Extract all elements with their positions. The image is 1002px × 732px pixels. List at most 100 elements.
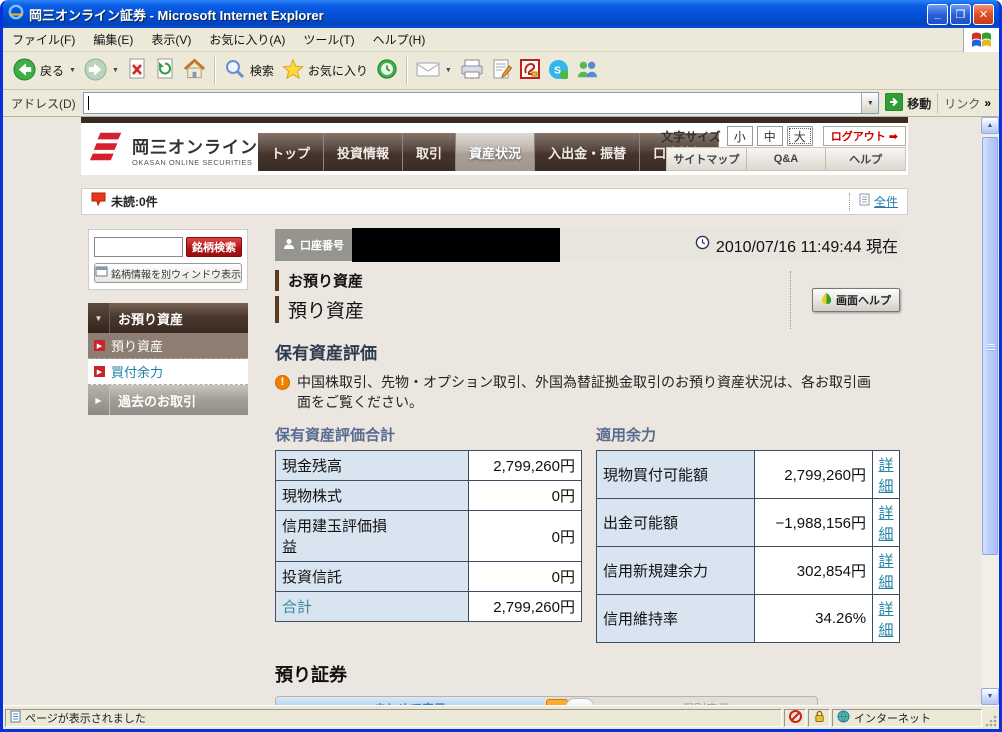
tab-invest-info[interactable]: 投資情報 xyxy=(324,133,404,171)
update-blocked-panel xyxy=(784,708,806,727)
okasan-logo-mark-icon xyxy=(89,130,125,169)
detail-link[interactable]: 詳細 xyxy=(879,457,894,495)
stock-search-panel: 銘柄検索 銘柄情報を別ウィンドウ表示 xyxy=(88,229,248,290)
messenger-button[interactable] xyxy=(573,57,603,84)
home-button[interactable] xyxy=(179,56,210,85)
table-row: 信用新規建余力 302,854円 詳細 xyxy=(595,546,900,596)
menu-file[interactable]: ファイル(F) xyxy=(3,28,84,51)
sidebar-menu-header-past-trades[interactable]: ▶ 過去のお取引 xyxy=(88,385,248,415)
scrollbar-thumb[interactable] xyxy=(982,137,998,555)
resize-grip[interactable] xyxy=(984,709,997,727)
red-arrow-icon: ▶ xyxy=(94,340,105,351)
menu-bar: ファイル(F) 編集(E) 表示(V) お気に入り(A) ツール(T) ヘルプ(… xyxy=(3,27,999,52)
print-button[interactable] xyxy=(456,57,488,84)
tab-deposit-transfer[interactable]: 入出金・振替 xyxy=(535,133,641,171)
skype-button[interactable]: S xyxy=(544,57,573,85)
toggle-individual-option[interactable]: 個別表示 xyxy=(595,700,817,705)
stop-button[interactable] xyxy=(123,56,151,85)
font-size-small-button[interactable]: 小 xyxy=(726,126,753,146)
menu-favorites[interactable]: お気に入り(A) xyxy=(200,28,294,51)
tab-top[interactable]: トップ xyxy=(258,133,325,171)
blocked-icon xyxy=(788,709,802,726)
open-in-new-window-button[interactable]: 銘柄情報を別ウィンドウ表示 xyxy=(94,263,242,283)
qa-link[interactable]: Q&A xyxy=(745,148,826,170)
back-icon xyxy=(13,57,36,84)
timestamp-text: 2010/07/16 11:49:44 現在 xyxy=(715,239,898,256)
screen-help-button[interactable]: 画面ヘルプ xyxy=(812,288,900,312)
lock-icon xyxy=(814,710,825,726)
maximize-button[interactable]: ❐ xyxy=(950,3,971,25)
row-value: 2,799,260円 xyxy=(754,450,874,500)
detail-link[interactable]: 詳細 xyxy=(879,601,894,639)
edit-button[interactable] xyxy=(488,56,516,85)
tab-trade[interactable]: 取引 xyxy=(403,133,457,171)
logout-button[interactable]: ログアウト ➡ xyxy=(822,126,906,146)
go-button[interactable]: 移動 xyxy=(884,92,931,114)
ie-window-icon xyxy=(8,4,24,25)
stock-search-button[interactable]: 銘柄検索 xyxy=(186,237,242,257)
windows-logo-icon xyxy=(963,27,999,52)
title-bar: 岡三オンライン証券 - Microsoft Internet Explorer … xyxy=(3,0,999,28)
message-bar: 未読:0件 全件 xyxy=(81,188,908,215)
new-window-icon xyxy=(95,266,108,280)
tab-asset-status[interactable]: 資産状況 xyxy=(456,133,536,171)
close-button[interactable]: ✕ xyxy=(973,3,994,25)
page-icon xyxy=(859,193,870,211)
toggle-grouped-option[interactable]: まとめて表示 xyxy=(276,697,544,705)
status-message: ページが表示されました xyxy=(25,712,146,725)
menu-view[interactable]: 表示(V) xyxy=(142,28,200,51)
scroll-up-button[interactable]: ▲ xyxy=(981,117,999,134)
star-icon xyxy=(282,58,304,83)
detail-link[interactable]: 詳細 xyxy=(879,553,894,591)
history-button[interactable] xyxy=(372,56,402,85)
account-badge: 口座番号 xyxy=(275,229,352,261)
forward-button[interactable]: ▼ xyxy=(80,56,123,86)
address-dropdown-button[interactable]: ▼ xyxy=(861,93,879,113)
menu-tools[interactable]: ツール(T) xyxy=(294,28,363,51)
stock-search-input[interactable] xyxy=(94,237,183,257)
globe-icon xyxy=(837,710,850,726)
mail-button[interactable]: ▼ xyxy=(412,57,456,84)
detail-link[interactable]: 詳細 xyxy=(879,505,894,543)
scroll-down-button[interactable]: ▼ xyxy=(981,688,999,705)
sitemap-link[interactable]: サイトマップ xyxy=(667,148,746,170)
warning-icon: ! xyxy=(275,375,290,390)
sidebar-item-buying-power[interactable]: ▶ 買付余力 xyxy=(88,359,248,385)
search-button[interactable]: 検索 xyxy=(220,56,278,85)
margin-table-title: 適用余力 xyxy=(595,427,656,445)
menu-help[interactable]: ヘルプ(H) xyxy=(364,28,435,51)
back-button[interactable]: 戻る ▼ xyxy=(9,56,80,86)
refresh-button[interactable] xyxy=(151,56,179,85)
links-label: リンク xyxy=(944,96,981,111)
main-content: 口座番号 2010/07/16 11:49:44 現在 お預り資産 預り資産 画… xyxy=(274,228,900,705)
favorites-label: お気に入り xyxy=(307,64,368,78)
font-size-label: 文字サイズ xyxy=(661,129,721,144)
help-link[interactable]: ヘルプ xyxy=(825,148,905,170)
view-all-link[interactable]: 全件 xyxy=(874,193,898,210)
notice: ! 中国株取引、先物・オプション取引、外国為替証拠金取引のお預り資産状況は、各お… xyxy=(275,373,880,412)
links-toolbar[interactable]: リンク » xyxy=(937,93,999,113)
font-size-medium-button[interactable]: 中 xyxy=(756,126,783,146)
sidebar-item-deposited-assets[interactable]: ▶ 預り資産 xyxy=(88,333,248,359)
toggle-knob[interactable] xyxy=(565,698,595,705)
row-label: 現物買付可能額 xyxy=(595,450,756,500)
address-input[interactable]: ▼ xyxy=(82,92,880,114)
favorites-button[interactable]: お気に入り xyxy=(278,56,372,85)
sidebar-item-label: 買付余力 xyxy=(111,365,164,380)
unread-count: 未読:0件 xyxy=(111,195,158,209)
status-message-panel: ページが表示されました xyxy=(5,708,782,727)
menu-edit[interactable]: 編集(E) xyxy=(84,28,142,51)
menu-header-label: お預り資産 xyxy=(118,311,184,327)
font-size-controls: 文字サイズ 小 中 大 ログアウト ➡ xyxy=(661,126,906,146)
sidebar-menu-header-assets[interactable]: ▼ お預り資産 xyxy=(88,303,248,333)
addon-app-button[interactable] xyxy=(516,57,544,84)
vertical-scrollbar[interactable]: ▲ ▼ xyxy=(981,117,999,705)
zone-label: インターネット xyxy=(854,712,931,725)
minimize-button[interactable]: _ xyxy=(927,3,948,25)
go-icon xyxy=(884,92,904,114)
security-panel xyxy=(808,708,830,727)
utility-nav: サイトマップ Q&A ヘルプ xyxy=(666,147,906,171)
summary-table-title: 保有資産評価合計 xyxy=(275,427,396,445)
securities-section-title: 預り証券 xyxy=(275,665,347,686)
font-size-large-button[interactable]: 大 xyxy=(786,126,813,146)
